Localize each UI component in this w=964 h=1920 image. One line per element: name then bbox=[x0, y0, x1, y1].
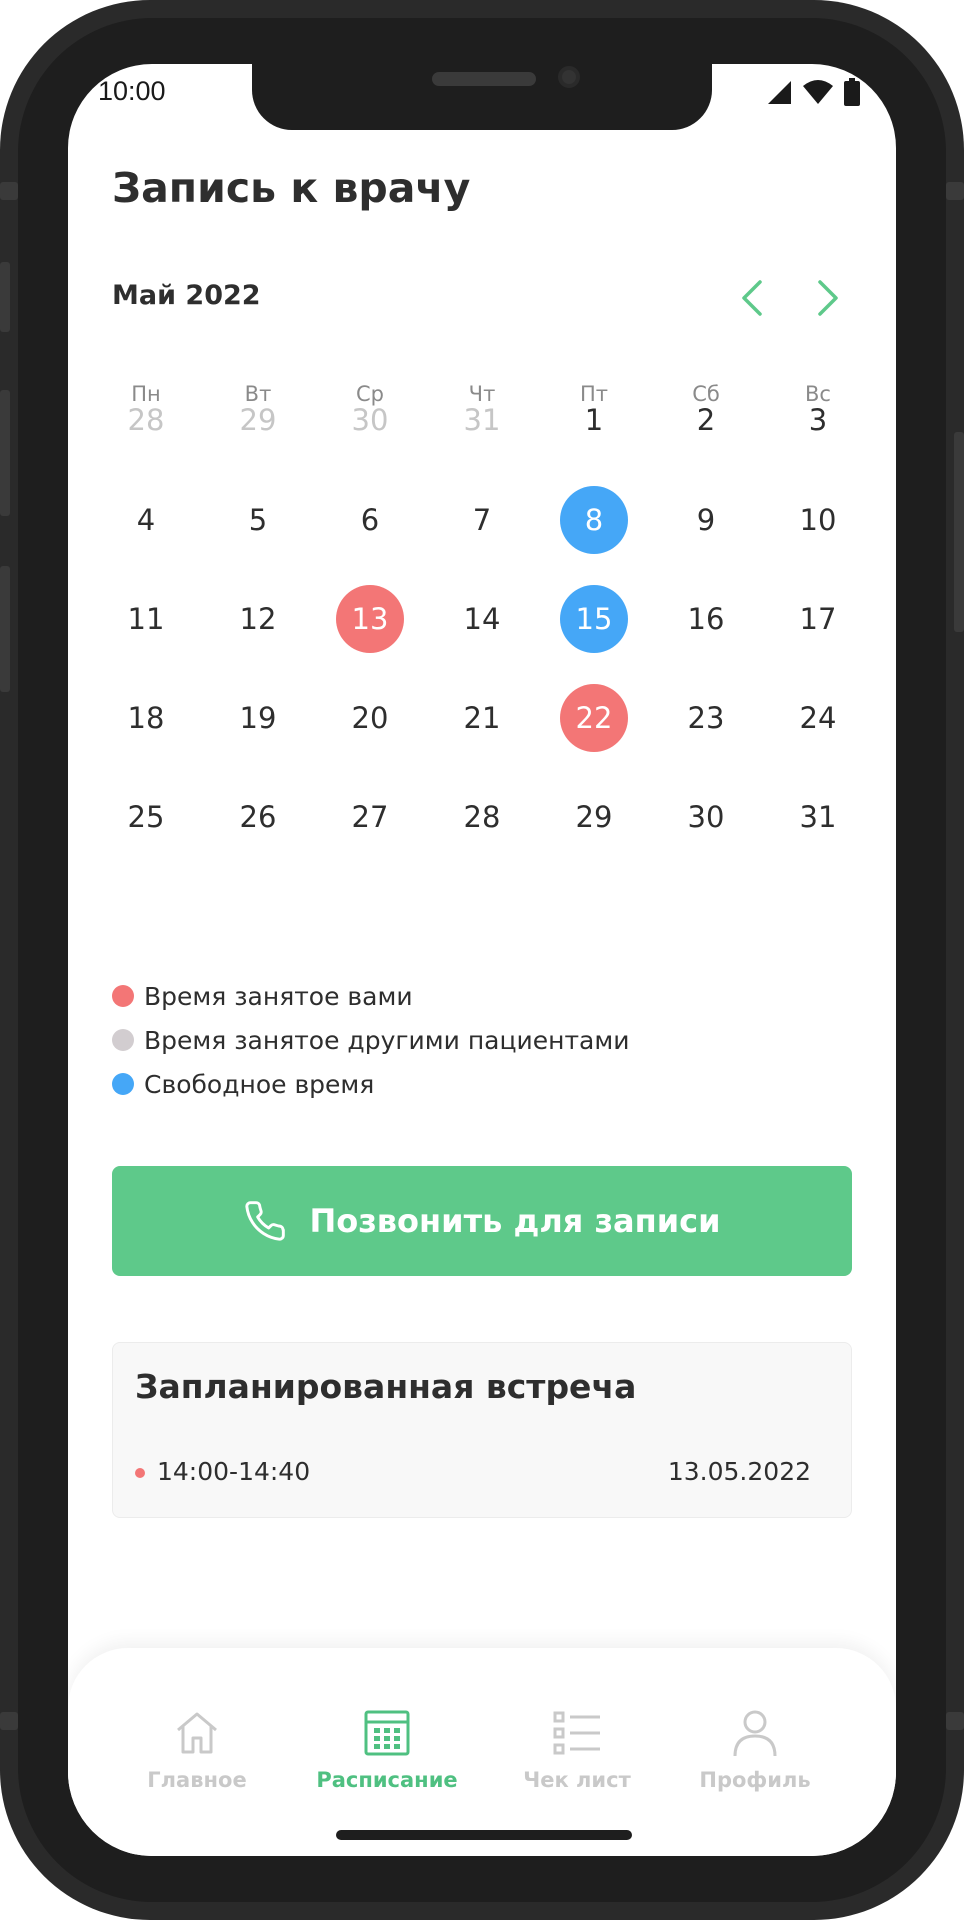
calendar-day[interactable]: 31 bbox=[448, 386, 516, 454]
calendar-day[interactable]: 12 bbox=[224, 585, 292, 653]
calendar-day[interactable]: 2 bbox=[672, 386, 740, 454]
calendar-day[interactable]: 3 bbox=[784, 386, 852, 454]
legend-item: Время занятое вами bbox=[112, 974, 629, 1018]
bottom-tab-bar: Главное Расписание Чек лист Профиль bbox=[68, 1648, 896, 1856]
side-button bbox=[954, 432, 964, 632]
tab-checklist[interactable]: Чек лист bbox=[492, 1708, 662, 1808]
legend-dot bbox=[112, 1029, 134, 1051]
calendar-day[interactable]: 29 bbox=[224, 386, 292, 454]
calendar-day[interactable]: 28 bbox=[448, 783, 516, 851]
calendar-day[interactable]: 15 bbox=[560, 585, 628, 653]
calendar-day[interactable]: 30 bbox=[672, 783, 740, 851]
legend-label: Свободное время bbox=[144, 1069, 375, 1099]
calendar-day[interactable]: 25 bbox=[112, 783, 180, 851]
appointment-status-dot bbox=[135, 1468, 145, 1478]
appointment-time: 14:00-14:40 bbox=[157, 1457, 311, 1486]
calendar-day[interactable]: 20 bbox=[336, 684, 404, 752]
calendar-day[interactable]: 8 bbox=[560, 486, 628, 554]
calendar-day[interactable]: 24 bbox=[784, 684, 852, 752]
legend-label: Время занятое другими пациентами bbox=[144, 1025, 630, 1055]
tab-label: Профиль bbox=[699, 1768, 811, 1792]
side-button bbox=[0, 182, 18, 200]
calendar-day[interactable]: 27 bbox=[336, 783, 404, 851]
side-button bbox=[0, 566, 10, 692]
legend-item: Свободное время bbox=[112, 1062, 629, 1106]
phone-icon bbox=[245, 1201, 286, 1241]
calendar-legend: Время занятое вами Время занятое другими… bbox=[112, 974, 629, 1106]
calendar-day[interactable]: 16 bbox=[672, 585, 740, 653]
checklist-icon bbox=[553, 1711, 600, 1755]
calendar-icon bbox=[364, 1710, 410, 1756]
calendar-day[interactable]: 10 bbox=[784, 486, 852, 554]
calendar-day[interactable]: 7 bbox=[448, 486, 516, 554]
calendar-day[interactable]: 4 bbox=[112, 486, 180, 554]
calendar-day[interactable]: 14 bbox=[448, 585, 516, 653]
profile-icon bbox=[733, 1710, 777, 1757]
appointment-date: 13.05.2022 bbox=[667, 1457, 811, 1486]
app-screen: 10:00 Запись к врачу Май 2022 Пн Вт Ср Ч… bbox=[68, 64, 896, 1856]
calendar-grid: 28 29 30 31 1 2 3 4 5 6 7 8 9 10 11 12 13 14 15 16 17 18 19 20 2… bbox=[68, 64, 896, 1064]
side-button bbox=[0, 1712, 18, 1730]
tab-schedule[interactable]: Расписание bbox=[302, 1708, 472, 1808]
calendar-day[interactable]: 28 bbox=[112, 386, 180, 454]
tab-label: Главное bbox=[147, 1768, 247, 1792]
side-button bbox=[0, 390, 10, 516]
legend-dot bbox=[112, 1073, 134, 1095]
legend-label: Время занятое вами bbox=[144, 981, 413, 1011]
calendar-day[interactable]: 19 bbox=[224, 684, 292, 752]
calendar-day[interactable]: 9 bbox=[672, 486, 740, 554]
scheduled-appointment-card[interactable]: Запланированная встреча 14:00-14:40 13.0… bbox=[112, 1342, 852, 1518]
side-button bbox=[946, 182, 964, 200]
call-button-label: Позвонить для записи bbox=[309, 1202, 721, 1240]
calendar-day[interactable]: 17 bbox=[784, 585, 852, 653]
calendar-day[interactable]: 22 bbox=[560, 684, 628, 752]
calendar-day[interactable]: 13 bbox=[336, 585, 404, 653]
home-indicator bbox=[336, 1830, 632, 1840]
calendar-day[interactable]: 30 bbox=[336, 386, 404, 454]
tab-home[interactable]: Главное bbox=[112, 1708, 282, 1808]
calendar-day[interactable]: 31 bbox=[784, 783, 852, 851]
calendar-day[interactable]: 21 bbox=[448, 684, 516, 752]
side-button bbox=[0, 262, 10, 332]
tab-label: Расписание bbox=[316, 1768, 458, 1792]
appointment-title: Запланированная встреча bbox=[135, 1367, 637, 1406]
home-icon bbox=[177, 1712, 217, 1754]
calendar-day[interactable]: 18 bbox=[112, 684, 180, 752]
calendar-day[interactable]: 11 bbox=[112, 585, 180, 653]
call-to-book-button[interactable]: Позвонить для записи bbox=[112, 1166, 852, 1276]
tab-profile[interactable]: Профиль bbox=[670, 1708, 840, 1808]
calendar-day[interactable]: 1 bbox=[560, 386, 628, 454]
side-button bbox=[946, 1712, 964, 1730]
calendar-day[interactable]: 23 bbox=[672, 684, 740, 752]
calendar-day[interactable]: 29 bbox=[560, 783, 628, 851]
calendar-day[interactable]: 26 bbox=[224, 783, 292, 851]
calendar-day[interactable]: 6 bbox=[336, 486, 404, 554]
legend-item: Время занятое другими пациентами bbox=[112, 1018, 629, 1062]
calendar-day[interactable]: 5 bbox=[224, 486, 292, 554]
tab-label: Чек лист bbox=[523, 1768, 631, 1792]
legend-dot bbox=[112, 985, 134, 1007]
